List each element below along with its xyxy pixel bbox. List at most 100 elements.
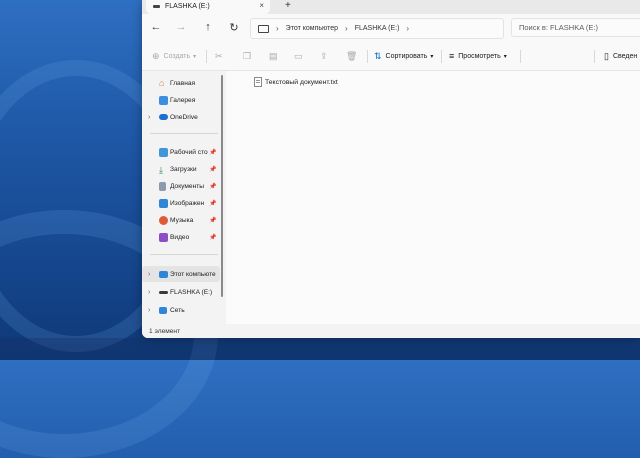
item-count: 1 элемент (149, 327, 181, 335)
chevron-down-icon: ▾ (430, 53, 434, 60)
sidebar-scrollbar[interactable] (221, 75, 223, 297)
sidebar-item-downloads[interactable]: ⤓ Загрузки 📌 (142, 161, 220, 177)
forward-arrow-icon[interactable]: → (173, 19, 189, 35)
pc-icon (159, 270, 168, 278)
trash-icon: 🗑 (346, 50, 358, 61)
sidebar-item-label: Главная (170, 79, 196, 87)
back-arrow-icon[interactable]: ← (148, 19, 164, 35)
search-placeholder: Поиск в: FLASHKA (E:) (519, 23, 598, 32)
chevron-right-icon[interactable]: › (276, 24, 279, 33)
pc-icon (258, 24, 269, 33)
share-icon: ⇪ (320, 50, 328, 61)
copy-icon: ❐ (243, 50, 252, 61)
sidebar-item-label: Музыка (170, 216, 194, 224)
command-bar: ⊕ Создать ▾ ✂ ❐ ▤ ▭ ⇪ 🗑 ⇅ Сортировать ▾ … (142, 42, 640, 71)
create-button[interactable]: ⊕ Создать ▾ (152, 42, 196, 70)
breadcrumb-this-pc[interactable]: Этот компьютер (286, 25, 338, 32)
new-tab-button[interactable]: + (285, 0, 291, 11)
sidebar-item-gallery[interactable]: Галерея (142, 92, 220, 108)
sidebar-item-video[interactable]: Видео 📌 (142, 229, 220, 245)
sidebar-item-home[interactable]: ⌂ Главная (142, 75, 220, 91)
pin-icon[interactable]: 📌 (209, 166, 216, 173)
cut-button[interactable]: ✂ (215, 42, 227, 70)
sidebar-item-label: Загрузки (170, 165, 197, 173)
chevron-right-icon[interactable]: › (345, 24, 348, 33)
taskbar (0, 338, 640, 360)
sidebar-item-label: OneDrive (170, 113, 198, 121)
search-input[interactable]: Поиск в: FLASHKA (E:) (511, 18, 640, 37)
pin-icon[interactable]: 📌 (209, 234, 216, 241)
documents-icon (159, 181, 166, 191)
sidebar-item-flashka[interactable]: › FLASHKA (E:) (142, 284, 220, 300)
sidebar-item-music[interactable]: Музыка 📌 (142, 212, 220, 228)
up-arrow-icon[interactable]: ↑ (200, 19, 216, 35)
rename-button[interactable]: ▭ (294, 42, 307, 70)
divider (206, 50, 207, 63)
view-icon: ≡ (449, 51, 455, 61)
pin-icon[interactable]: 📌 (209, 217, 216, 224)
chevron-down-icon: ▾ (503, 53, 507, 60)
video-icon (159, 232, 168, 242)
breadcrumb-flashka[interactable]: FLASHKA (E:) (355, 25, 400, 32)
navigation-pane: ⌂ Главная Галерея › OneDrive Рабочий сто… (142, 71, 222, 324)
sidebar-item-this-pc[interactable]: › Этот компьюте (142, 266, 220, 282)
drive-icon (159, 291, 168, 294)
sidebar-item-pictures[interactable]: Изображен 📌 (142, 195, 220, 211)
pin-icon[interactable]: 📌 (209, 200, 216, 207)
pin-icon[interactable]: 📌 (209, 183, 216, 190)
breadcrumb[interactable]: › Этот компьютер › FLASHKA (E:) › (250, 18, 504, 39)
paste-button[interactable]: ▤ (269, 42, 282, 70)
sidebar-item-label: Этот компьюте (170, 270, 216, 278)
home-icon: ⌂ (159, 78, 165, 88)
create-label: Создать (163, 52, 191, 60)
sort-icon: ⇅ (374, 50, 382, 61)
sidebar-item-network[interactable]: › Сеть (142, 302, 220, 318)
sidebar-item-label: Галерея (170, 96, 196, 104)
details-pane-button[interactable]: ▯ Сведен (604, 42, 637, 70)
sidebar-item-label: Документы (170, 182, 204, 190)
tab-flashka[interactable]: FLASHKA (E:) × (146, 0, 270, 14)
rename-icon: ▭ (294, 50, 303, 61)
refresh-icon[interactable]: ↻ (226, 19, 242, 35)
tab-title: FLASHKA (E:) (165, 3, 210, 10)
pictures-icon (159, 198, 168, 208)
details-pane-icon: ▯ (604, 50, 609, 61)
sidebar-item-label: Видео (170, 233, 190, 241)
chevron-right-icon[interactable]: › (148, 289, 150, 296)
delete-button[interactable]: 🗑 (346, 42, 361, 70)
address-bar-row: ← → ↑ ↻ › Этот компьютер › FLASHKA (E:) … (142, 14, 640, 42)
pin-icon[interactable]: 📌 (209, 149, 216, 156)
file-name: Текстовый документ.txt (265, 78, 338, 86)
divider (150, 133, 218, 134)
chevron-right-icon[interactable]: › (148, 271, 150, 278)
network-icon (159, 306, 167, 314)
drive-icon (153, 5, 160, 8)
sidebar-item-documents[interactable]: Документы 📌 (142, 178, 220, 194)
sidebar-item-label: FLASHKA (E:) (170, 288, 213, 296)
desktop-icon (159, 147, 168, 157)
file-explorer-window: FLASHKA (E:) × + ← → ↑ ↻ › Этот компьюте… (142, 0, 640, 338)
divider (367, 50, 368, 63)
file-list: Текстовый документ.txt (226, 71, 640, 324)
divider (150, 254, 218, 255)
share-button[interactable]: ⇪ (320, 42, 332, 70)
sort-button[interactable]: ⇅ Сортировать ▾ (374, 42, 433, 70)
chevron-down-icon: ▾ (193, 53, 197, 60)
text-file-icon (254, 77, 262, 87)
cloud-icon (159, 114, 168, 120)
sidebar-item-onedrive[interactable]: › OneDrive (142, 109, 220, 125)
download-icon: ⤓ (159, 164, 163, 175)
copy-button[interactable]: ❐ (243, 42, 255, 70)
chevron-right-icon[interactable]: › (148, 114, 150, 121)
plus-circle-icon: ⊕ (152, 50, 160, 61)
list-item[interactable]: Текстовый документ.txt (254, 77, 338, 87)
divider (594, 50, 595, 63)
close-tab-icon[interactable]: × (259, 1, 264, 10)
chevron-right-icon[interactable]: › (148, 307, 150, 314)
details-label: Сведен (612, 52, 638, 60)
chevron-right-icon[interactable]: › (406, 24, 409, 33)
view-button[interactable]: ≡ Просмотреть ▾ (449, 42, 507, 70)
divider (520, 50, 521, 63)
tab-bar: FLASHKA (E:) × + (142, 0, 640, 14)
sidebar-item-desktop[interactable]: Рабочий сто 📌 (142, 144, 220, 160)
